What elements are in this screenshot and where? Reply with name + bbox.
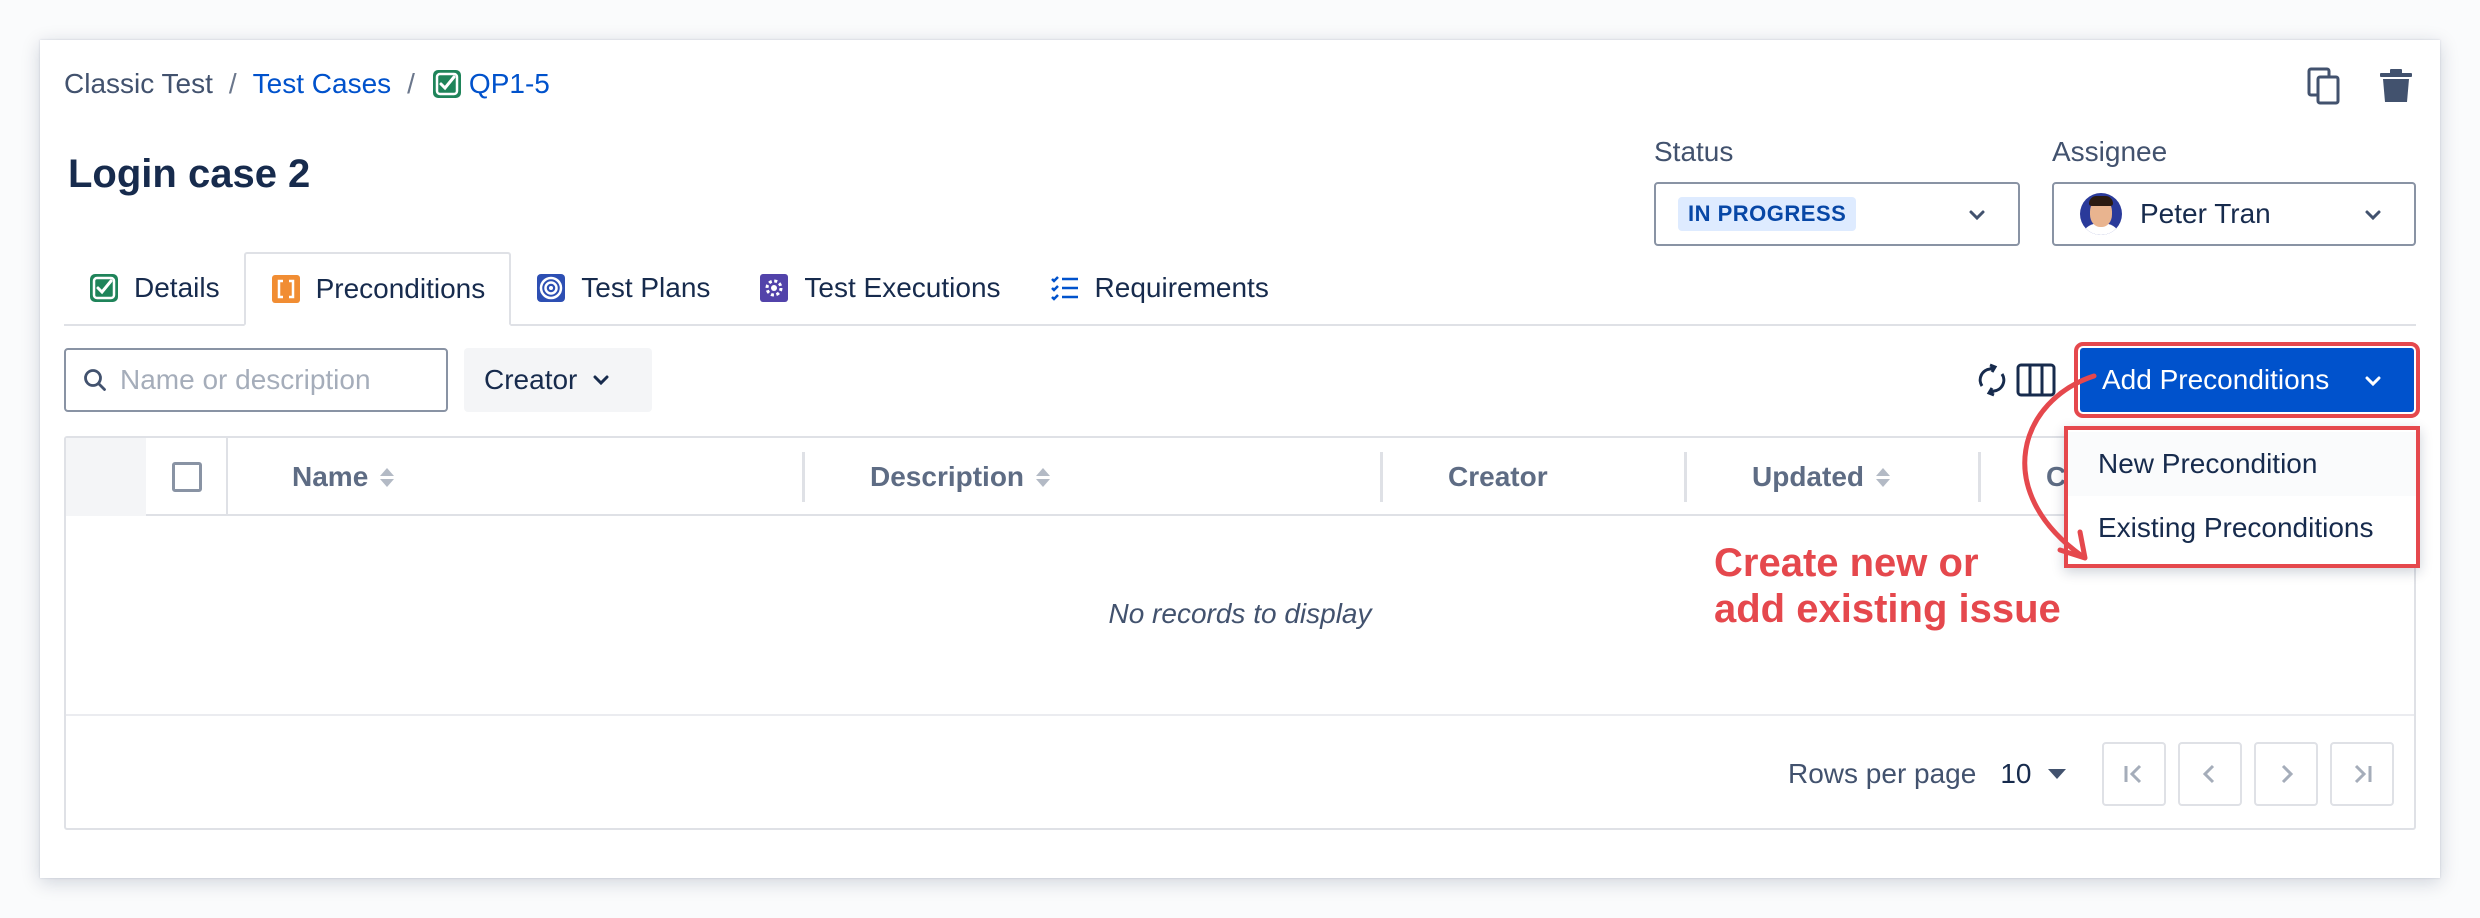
breadcrumb-issue[interactable]: QP1-5 bbox=[431, 68, 550, 100]
search-input[interactable] bbox=[120, 364, 420, 396]
check-square-icon bbox=[88, 272, 120, 304]
chevron-left-icon bbox=[2202, 764, 2215, 784]
column-header-name[interactable]: Name bbox=[292, 438, 395, 516]
empty-message: No records to display bbox=[1108, 598, 1372, 629]
last-page-button[interactable] bbox=[2330, 742, 2394, 806]
breadcrumb: Classic Test / Test Cases / QP1-5 bbox=[64, 64, 550, 104]
select-all-checkbox[interactable] bbox=[172, 462, 202, 492]
first-page-button[interactable] bbox=[2102, 742, 2166, 806]
checklist-icon bbox=[1049, 272, 1081, 304]
creator-filter-label: Creator bbox=[484, 364, 578, 395]
column-divider[interactable] bbox=[1978, 452, 1981, 502]
issue-key: QP1-5 bbox=[468, 68, 550, 99]
column-divider[interactable] bbox=[802, 452, 805, 502]
column-header-creator[interactable]: Creator bbox=[1448, 438, 1548, 516]
tab-details[interactable]: Details bbox=[64, 252, 244, 324]
column-header-updated[interactable]: Updated bbox=[1752, 438, 1890, 516]
assignee-select[interactable]: Peter Tran bbox=[2052, 182, 2416, 246]
menu-item-new-precondition[interactable]: New Precondition bbox=[2068, 432, 2416, 496]
target-icon bbox=[535, 272, 567, 304]
tab-label: Preconditions bbox=[315, 273, 486, 304]
sort-icon bbox=[1036, 467, 1051, 487]
assignee-label: Assignee bbox=[2052, 136, 2168, 167]
tab-label: Requirements bbox=[1094, 272, 1269, 303]
tab-label: Test Plans bbox=[581, 272, 711, 303]
column-divider[interactable] bbox=[1684, 452, 1687, 502]
rows-per-page-select[interactable]: 10 bbox=[2000, 758, 2031, 790]
gear-icon bbox=[758, 272, 790, 304]
tab-label: Test Executions bbox=[804, 272, 1001, 303]
first-page-icon bbox=[2124, 764, 2142, 784]
issue-panel: Classic Test / Test Cases / QP1-5 Login … bbox=[40, 40, 2440, 878]
row-handle-column bbox=[66, 438, 146, 516]
column-divider bbox=[226, 438, 228, 516]
caret-down-icon[interactable] bbox=[2047, 769, 2066, 779]
tab-test-plans[interactable]: Test Plans bbox=[511, 252, 734, 324]
column-divider[interactable] bbox=[1380, 452, 1383, 502]
breadcrumb-separator: / bbox=[407, 68, 415, 99]
avatar bbox=[2080, 193, 2122, 235]
chevron-down-icon bbox=[593, 375, 609, 386]
next-page-button[interactable] bbox=[2254, 742, 2318, 806]
last-page-icon bbox=[2354, 764, 2372, 784]
table-footer: Rows per page 10 bbox=[66, 714, 2414, 830]
chevron-right-icon bbox=[2281, 764, 2294, 784]
chevron-down-icon bbox=[2365, 210, 2381, 221]
tab-label: Details bbox=[134, 272, 220, 303]
breadcrumb-project[interactable]: Classic Test bbox=[64, 68, 213, 100]
rows-per-page-label: Rows per page bbox=[1788, 758, 1977, 789]
tab-bar: Details Preconditions Test Plans Test Ex… bbox=[64, 250, 2416, 326]
add-preconditions-button[interactable]: Add Preconditions bbox=[2074, 342, 2420, 418]
status-label: Status bbox=[1654, 136, 1734, 167]
status-select[interactable]: IN PROGRESS bbox=[1654, 182, 2020, 246]
tab-preconditions[interactable]: Preconditions bbox=[243, 252, 512, 326]
breadcrumb-separator: / bbox=[228, 68, 237, 99]
sort-icon bbox=[380, 467, 395, 487]
brackets-icon bbox=[270, 273, 302, 305]
add-preconditions-label: Add Preconditions bbox=[2102, 364, 2330, 395]
column-header-description[interactable]: Description bbox=[870, 438, 1051, 516]
annotation-line: add existing issue bbox=[1714, 587, 2061, 631]
creator-filter-button[interactable]: Creator bbox=[464, 348, 652, 412]
trash-icon[interactable] bbox=[2376, 66, 2416, 106]
chevron-down-icon bbox=[1969, 210, 1985, 221]
annotation-line: Create new or bbox=[1714, 541, 1979, 585]
test-case-icon bbox=[431, 68, 463, 100]
sort-icon bbox=[1876, 467, 1890, 487]
chevron-down-icon bbox=[2365, 376, 2381, 387]
page-title: Login case 2 bbox=[68, 152, 311, 196]
breadcrumb-section[interactable]: Test Cases bbox=[253, 68, 392, 100]
copy-icon[interactable] bbox=[2304, 66, 2344, 106]
add-preconditions-menu: New Precondition Existing Preconditions bbox=[2064, 426, 2420, 568]
tab-test-executions[interactable]: Test Executions bbox=[734, 252, 1024, 324]
rows-per-page: Rows per page 10 bbox=[1788, 758, 2066, 790]
menu-item-existing-preconditions[interactable]: Existing Preconditions bbox=[2068, 496, 2416, 560]
search-field[interactable] bbox=[64, 348, 448, 412]
annotation-text: Create new or add existing issue bbox=[1714, 540, 2061, 632]
status-badge: IN PROGRESS bbox=[1678, 197, 1857, 231]
tab-requirements[interactable]: Requirements bbox=[1025, 252, 1293, 324]
top-actions bbox=[2304, 66, 2416, 106]
assignee-name: Peter Tran bbox=[2140, 198, 2271, 229]
search-icon bbox=[84, 369, 106, 391]
previous-page-button[interactable] bbox=[2178, 742, 2242, 806]
